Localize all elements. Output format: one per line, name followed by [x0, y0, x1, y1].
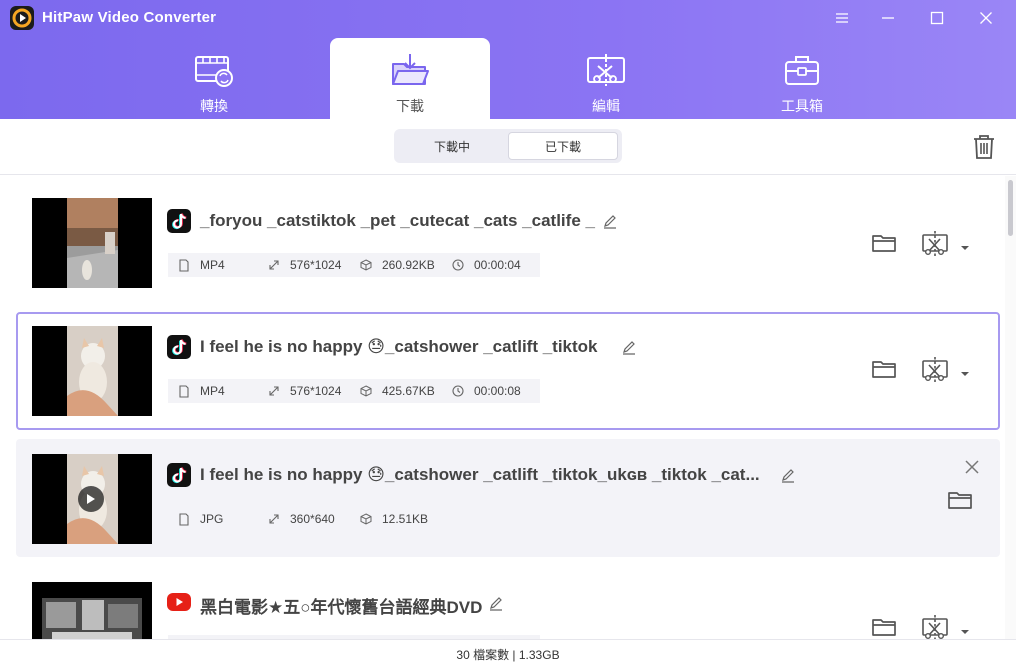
open-folder-icon[interactable] — [947, 489, 973, 511]
format-value: MP4 — [200, 384, 225, 398]
item-meta: MP4 576*1024 425.67KB 00:00:08 — [168, 379, 540, 403]
list-item[interactable]: 黑白電影★五○年代懷舊台語經典DVD — [16, 567, 1000, 639]
item-title: 黑白電影★五○年代懷舊台語經典DVD — [200, 598, 483, 617]
tab-toolbox-label: 工具箱 — [781, 98, 823, 114]
scrollbar-thumb[interactable] — [1008, 180, 1013, 236]
rename-icon[interactable] — [780, 468, 796, 484]
chevron-down-icon[interactable] — [959, 240, 971, 250]
file-icon — [179, 384, 189, 398]
status-bar: 30 檔案數 | 1.33GB — [0, 639, 1016, 668]
download-folder-icon — [390, 52, 430, 88]
size-info: 260.92KB — [360, 253, 435, 277]
downloading-tab[interactable]: 下載中 — [397, 132, 507, 160]
list-item[interactable]: I feel he is no happy 😓_catshower _catli… — [16, 312, 1000, 430]
format-info: MP4 — [178, 379, 225, 403]
format-info: MP4 — [178, 253, 225, 277]
list-item[interactable]: I feel he is no happy 😓_catshower _catli… — [16, 439, 1000, 557]
chevron-down-icon[interactable] — [959, 366, 971, 376]
tab-convert-label: 轉換 — [200, 98, 228, 114]
tab-toolbox[interactable]: 工具箱 — [722, 38, 882, 119]
title-bar: HitPaw Video Converter — [0, 0, 1016, 36]
download-toolbar: 下載中 已下載 — [0, 119, 1016, 175]
video-thumbnail[interactable] — [32, 326, 152, 416]
app-header: HitPaw Video Converter 轉換 下載 編輯 工具箱 — [0, 0, 1016, 119]
open-folder-icon[interactable] — [871, 616, 897, 638]
size-value: 260.92KB — [382, 258, 435, 272]
hitpaw-logo-icon — [10, 6, 34, 30]
item-title: I feel he is no happy 😓_catshower _catli… — [200, 337, 598, 356]
download-status-segment: 下載中 已下載 — [394, 129, 622, 163]
tiktok-icon — [167, 209, 191, 233]
resolution-info: 576*1024 — [268, 253, 341, 277]
size-info: 12.51KB — [360, 507, 428, 531]
clock-icon — [452, 385, 464, 397]
close-icon[interactable] — [963, 0, 1009, 36]
resolution-icon — [269, 260, 279, 270]
format-value: MP4 — [200, 258, 225, 272]
duration-info: 00:00:04 — [452, 253, 521, 277]
item-meta: MP4 576*1024 260.92KB 00:00:04 — [168, 253, 540, 277]
rename-icon[interactable] — [602, 214, 618, 230]
maximize-icon[interactable] — [914, 0, 960, 36]
file-count-status: 30 檔案數 | 1.33GB — [456, 647, 560, 662]
tiktok-icon — [167, 463, 191, 487]
tab-edit-label: 編輯 — [592, 98, 620, 114]
rename-icon[interactable] — [621, 340, 637, 356]
tab-download-label: 下載 — [396, 98, 424, 114]
resolution-icon — [269, 514, 279, 524]
format-info: JPG — [178, 507, 223, 531]
minimize-icon[interactable] — [865, 0, 911, 36]
tab-convert[interactable]: 轉換 — [134, 38, 294, 119]
youtube-icon — [167, 593, 191, 611]
size-cube-icon — [360, 513, 372, 525]
play-icon[interactable] — [78, 486, 104, 512]
list-item[interactable]: _foryou _catstiktok _pet _cutecat _cats … — [16, 178, 1000, 296]
tab-download[interactable]: 下載 — [330, 38, 490, 119]
resolution-value: 576*1024 — [290, 384, 342, 398]
open-folder-icon[interactable] — [871, 358, 897, 380]
item-meta: JPG 360*640 12.51KB — [168, 507, 540, 531]
remove-item-close-icon[interactable] — [964, 459, 980, 475]
resolution-info: 576*1024 — [268, 379, 341, 403]
resolution-info: 360*640 — [268, 507, 335, 531]
convert-film-icon — [194, 52, 234, 88]
file-icon — [179, 258, 189, 272]
duration-value: 00:00:04 — [474, 258, 521, 272]
item-title: I feel he is no happy 😓_catshower _catli… — [200, 465, 760, 484]
list-scrollbar[interactable] — [1005, 176, 1016, 639]
video-thumbnail[interactable] — [32, 198, 152, 288]
edit-video-icon[interactable] — [920, 355, 950, 385]
size-value: 425.67KB — [382, 384, 435, 398]
tiktok-icon — [167, 335, 191, 359]
size-cube-icon — [360, 385, 372, 397]
menu-icon[interactable] — [819, 0, 865, 36]
video-thumbnail[interactable] — [32, 454, 152, 544]
trash-icon[interactable] — [971, 133, 997, 161]
rename-icon[interactable] — [488, 596, 504, 612]
edit-video-icon[interactable] — [920, 229, 950, 259]
resolution-icon — [269, 386, 279, 396]
size-value: 12.51KB — [382, 512, 429, 526]
file-icon — [179, 512, 189, 526]
size-cube-icon — [360, 259, 372, 271]
size-info: 425.67KB — [360, 379, 435, 403]
edit-video-icon[interactable] — [920, 613, 950, 639]
chevron-down-icon[interactable] — [959, 624, 971, 634]
duration-info: 00:00:08 — [452, 379, 521, 403]
downloaded-tab[interactable]: 已下載 — [508, 132, 618, 160]
resolution-value: 576*1024 — [290, 258, 342, 272]
item-title: _foryou _catstiktok _pet _cutecat _cats … — [200, 211, 595, 230]
tab-edit[interactable]: 編輯 — [526, 38, 686, 119]
edit-cut-icon — [586, 52, 626, 88]
downloaded-list: _foryou _catstiktok _pet _cutecat _cats … — [0, 176, 1005, 639]
toolbox-icon — [782, 52, 822, 88]
format-value: JPG — [200, 512, 224, 526]
duration-value: 00:00:08 — [474, 384, 521, 398]
resolution-value: 360*640 — [290, 512, 335, 526]
clock-icon — [452, 259, 464, 271]
video-thumbnail[interactable] — [32, 582, 152, 639]
app-title: HitPaw Video Converter — [42, 9, 217, 26]
open-folder-icon[interactable] — [871, 232, 897, 254]
main-tabs: 轉換 下載 編輯 工具箱 — [0, 38, 1016, 119]
